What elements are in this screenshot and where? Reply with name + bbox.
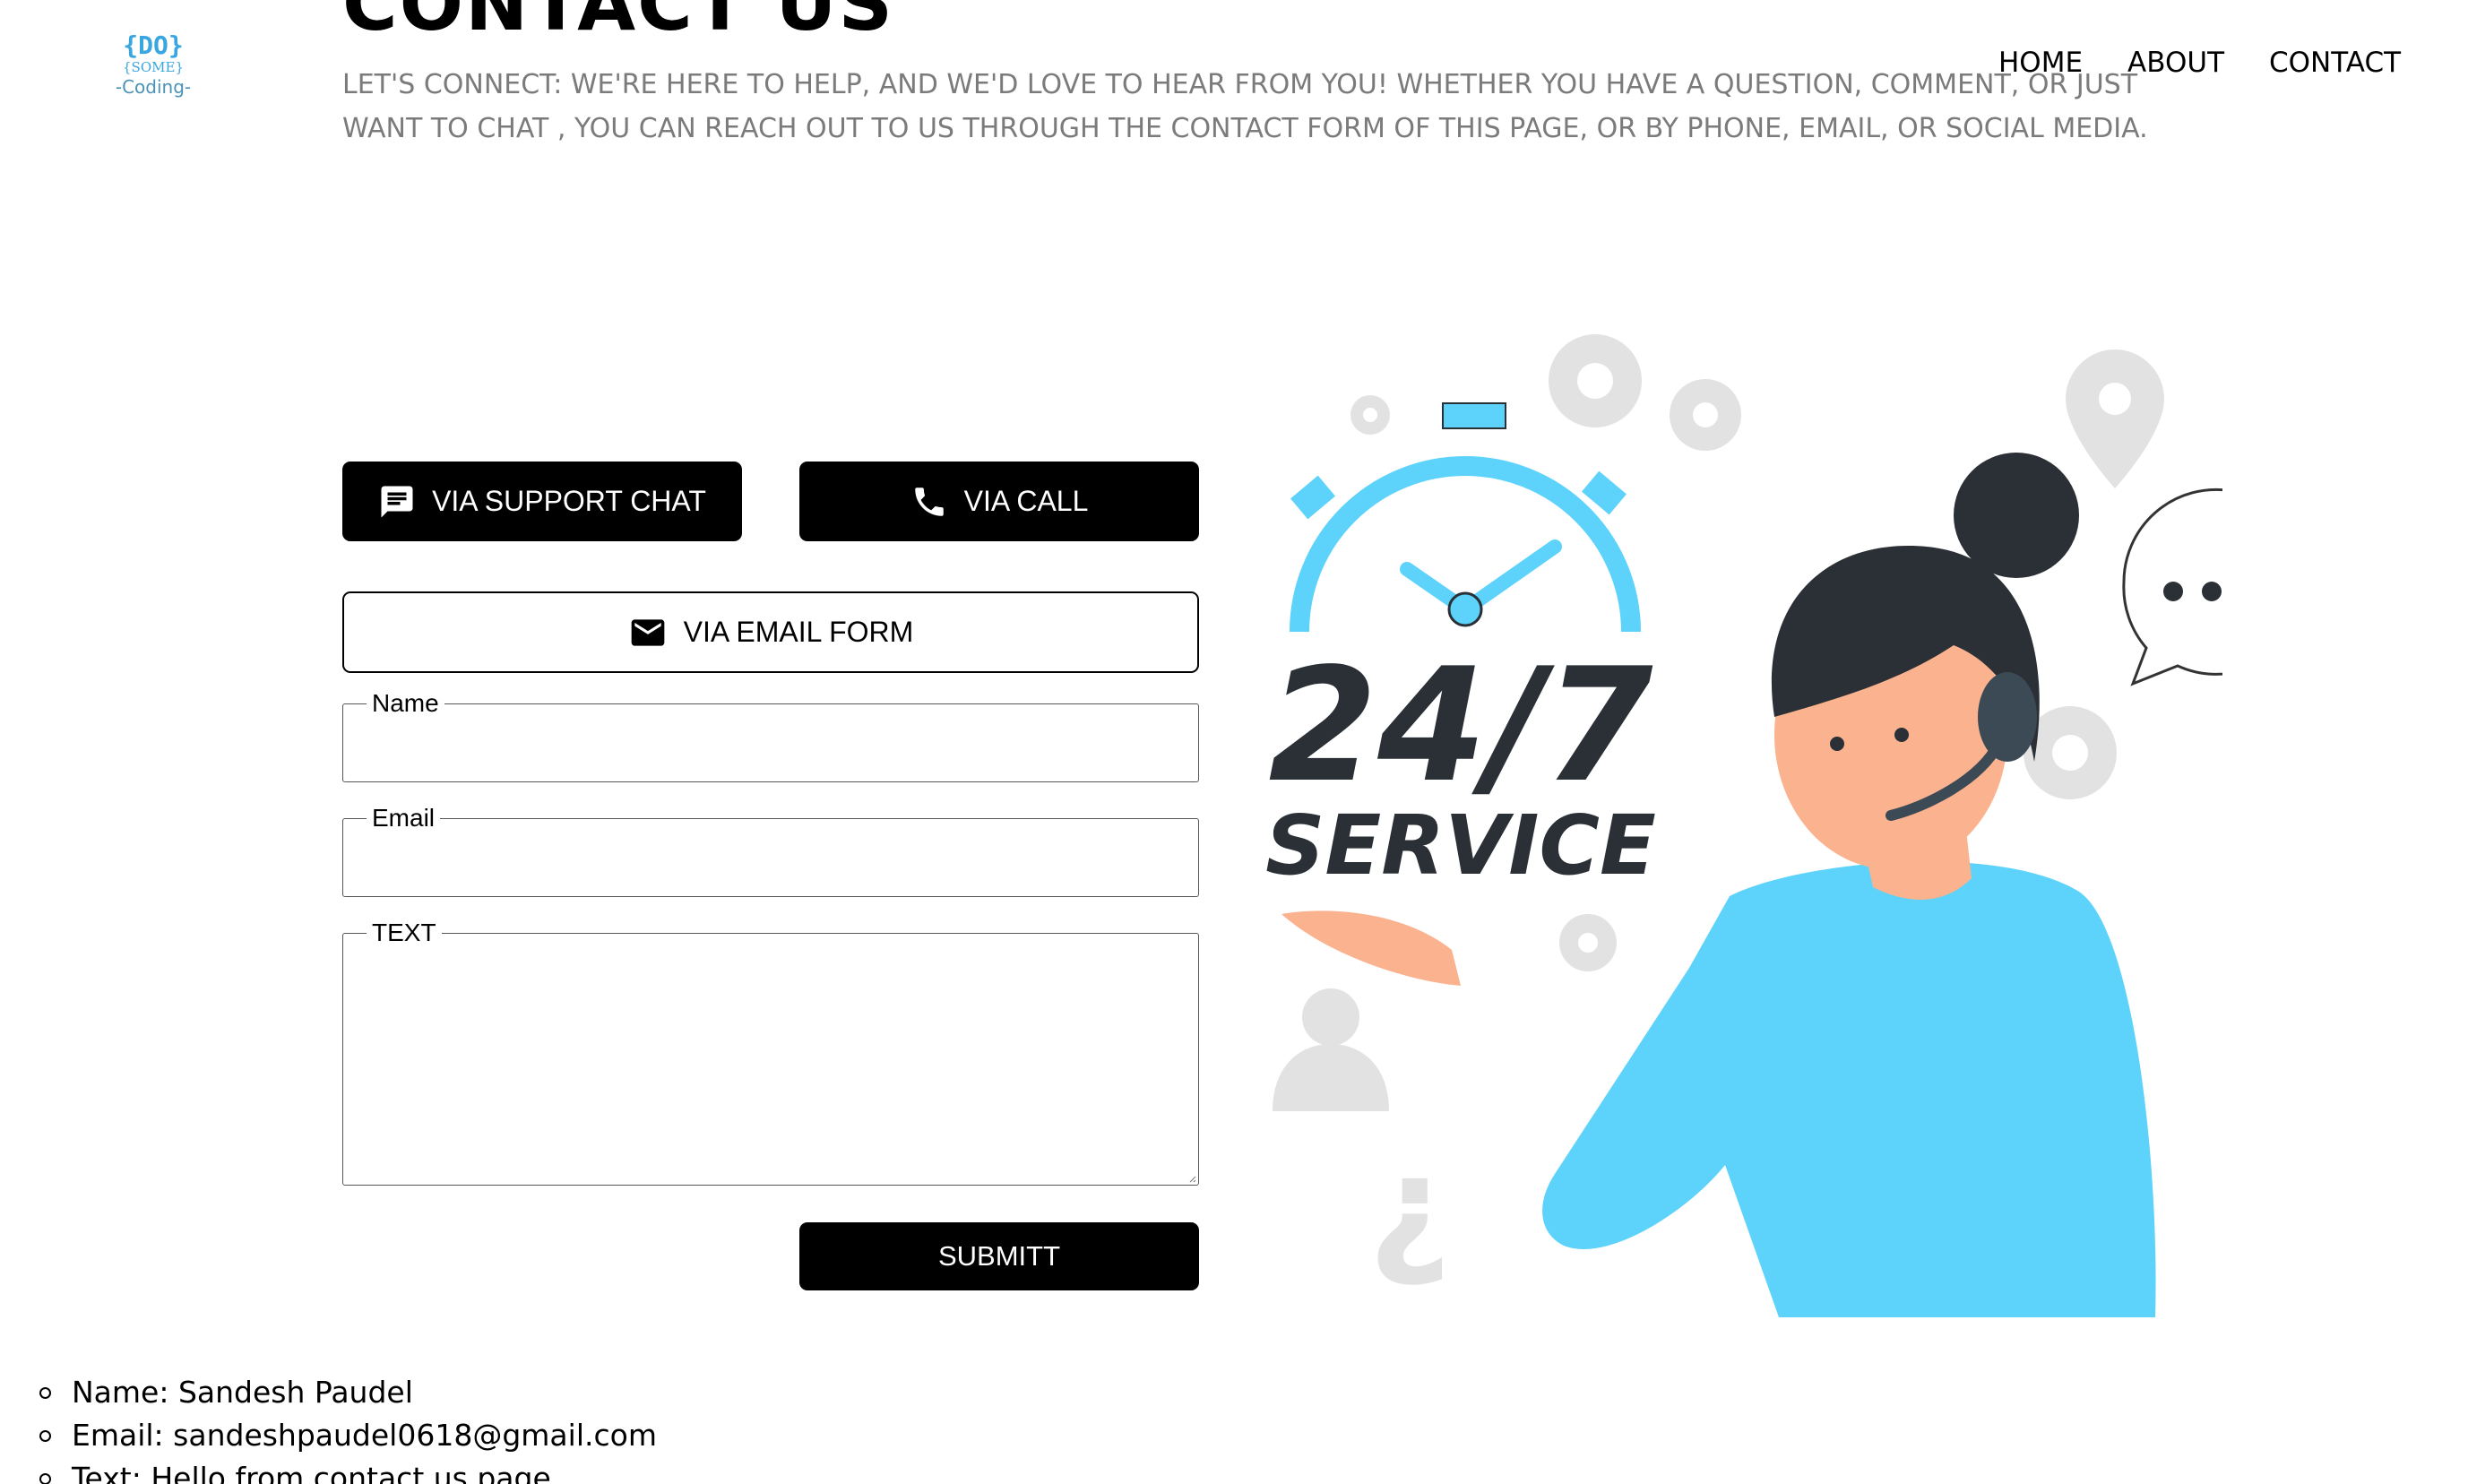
- phone-icon: [914, 487, 944, 516]
- mail-icon: [631, 618, 665, 646]
- list-item: Email: sandeshpaudel0618@gmail.com: [39, 1414, 657, 1457]
- submitted-data-list: Name: Sandesh Paudel Email: sandeshpaude…: [39, 1371, 657, 1484]
- logo-bottom-text: -Coding-: [116, 76, 191, 98]
- nav-home-link[interactable]: HOME: [1998, 47, 2083, 79]
- chat-icon: [381, 486, 413, 517]
- site-logo[interactable]: {DO} {SOME} -Coding-: [106, 27, 201, 102]
- bullet-icon: [39, 1430, 51, 1442]
- page-title: CONTACT US: [342, 0, 895, 47]
- name-field-label: Name: [372, 689, 439, 717]
- name-field: Name: [342, 691, 1199, 782]
- call-button[interactable]: VIA CALL: [799, 462, 1199, 541]
- question-mark-icon: ?: [1368, 1144, 1452, 1312]
- email-input[interactable]: [367, 831, 1175, 884]
- logo-middle-text: {SOME}: [123, 59, 184, 75]
- list-item: Text: Hello from contact us page: [39, 1457, 657, 1484]
- email-form-label: VIA EMAIL FORM: [683, 616, 914, 648]
- submitted-name: Name: Sandesh Paudel: [72, 1375, 413, 1410]
- stopwatch-icon: [1290, 402, 1641, 633]
- email-field: Email: [342, 806, 1199, 897]
- name-input[interactable]: [367, 716, 1175, 770]
- nav-about-link[interactable]: ABOUT: [2127, 47, 2224, 79]
- email-field-label: Email: [372, 804, 436, 832]
- submitted-text: Text: Hello from contact us page: [72, 1461, 551, 1484]
- submit-button[interactable]: SUBMITT: [799, 1222, 1199, 1290]
- submit-label: SUBMITT: [937, 1240, 1061, 1272]
- support-chat-label: VIA SUPPORT CHAT: [432, 485, 706, 517]
- main-nav: HOME ABOUT CONTACT: [1998, 47, 2401, 79]
- submitted-email: Email: sandeshpaudel0618@gmail.com: [72, 1418, 657, 1453]
- list-item: Name: Sandesh Paudel: [39, 1371, 657, 1414]
- service-label: SERVICE: [1265, 798, 1656, 893]
- location-pin-icon: [2066, 349, 2164, 488]
- headline-24-7: 24/7: [1268, 635, 1653, 817]
- call-label: VIA CALL: [963, 485, 1089, 517]
- intro-text: LET'S CONNECT: WE'RE HERE TO HELP, AND W…: [342, 69, 2148, 144]
- logo-top-text: {DO}: [123, 30, 183, 60]
- bullet-icon: [39, 1473, 51, 1484]
- speech-bubble-icon: [2122, 487, 2222, 686]
- text-field-label: TEXT: [372, 919, 436, 946]
- email-form-button[interactable]: VIA EMAIL FORM: [342, 591, 1199, 673]
- bullet-icon: [39, 1387, 51, 1399]
- nav-contact-link[interactable]: CONTACT: [2269, 47, 2401, 79]
- support-agent-illustration: ? 24/7 SERVICE: [1265, 334, 2222, 1317]
- support-chat-button[interactable]: VIA SUPPORT CHAT: [342, 462, 742, 541]
- text-input[interactable]: [367, 945, 1175, 1169]
- text-field: TEXT: [342, 920, 1199, 1186]
- user-icon: [1273, 988, 1389, 1111]
- resize-handle-icon[interactable]: [1187, 1174, 1196, 1183]
